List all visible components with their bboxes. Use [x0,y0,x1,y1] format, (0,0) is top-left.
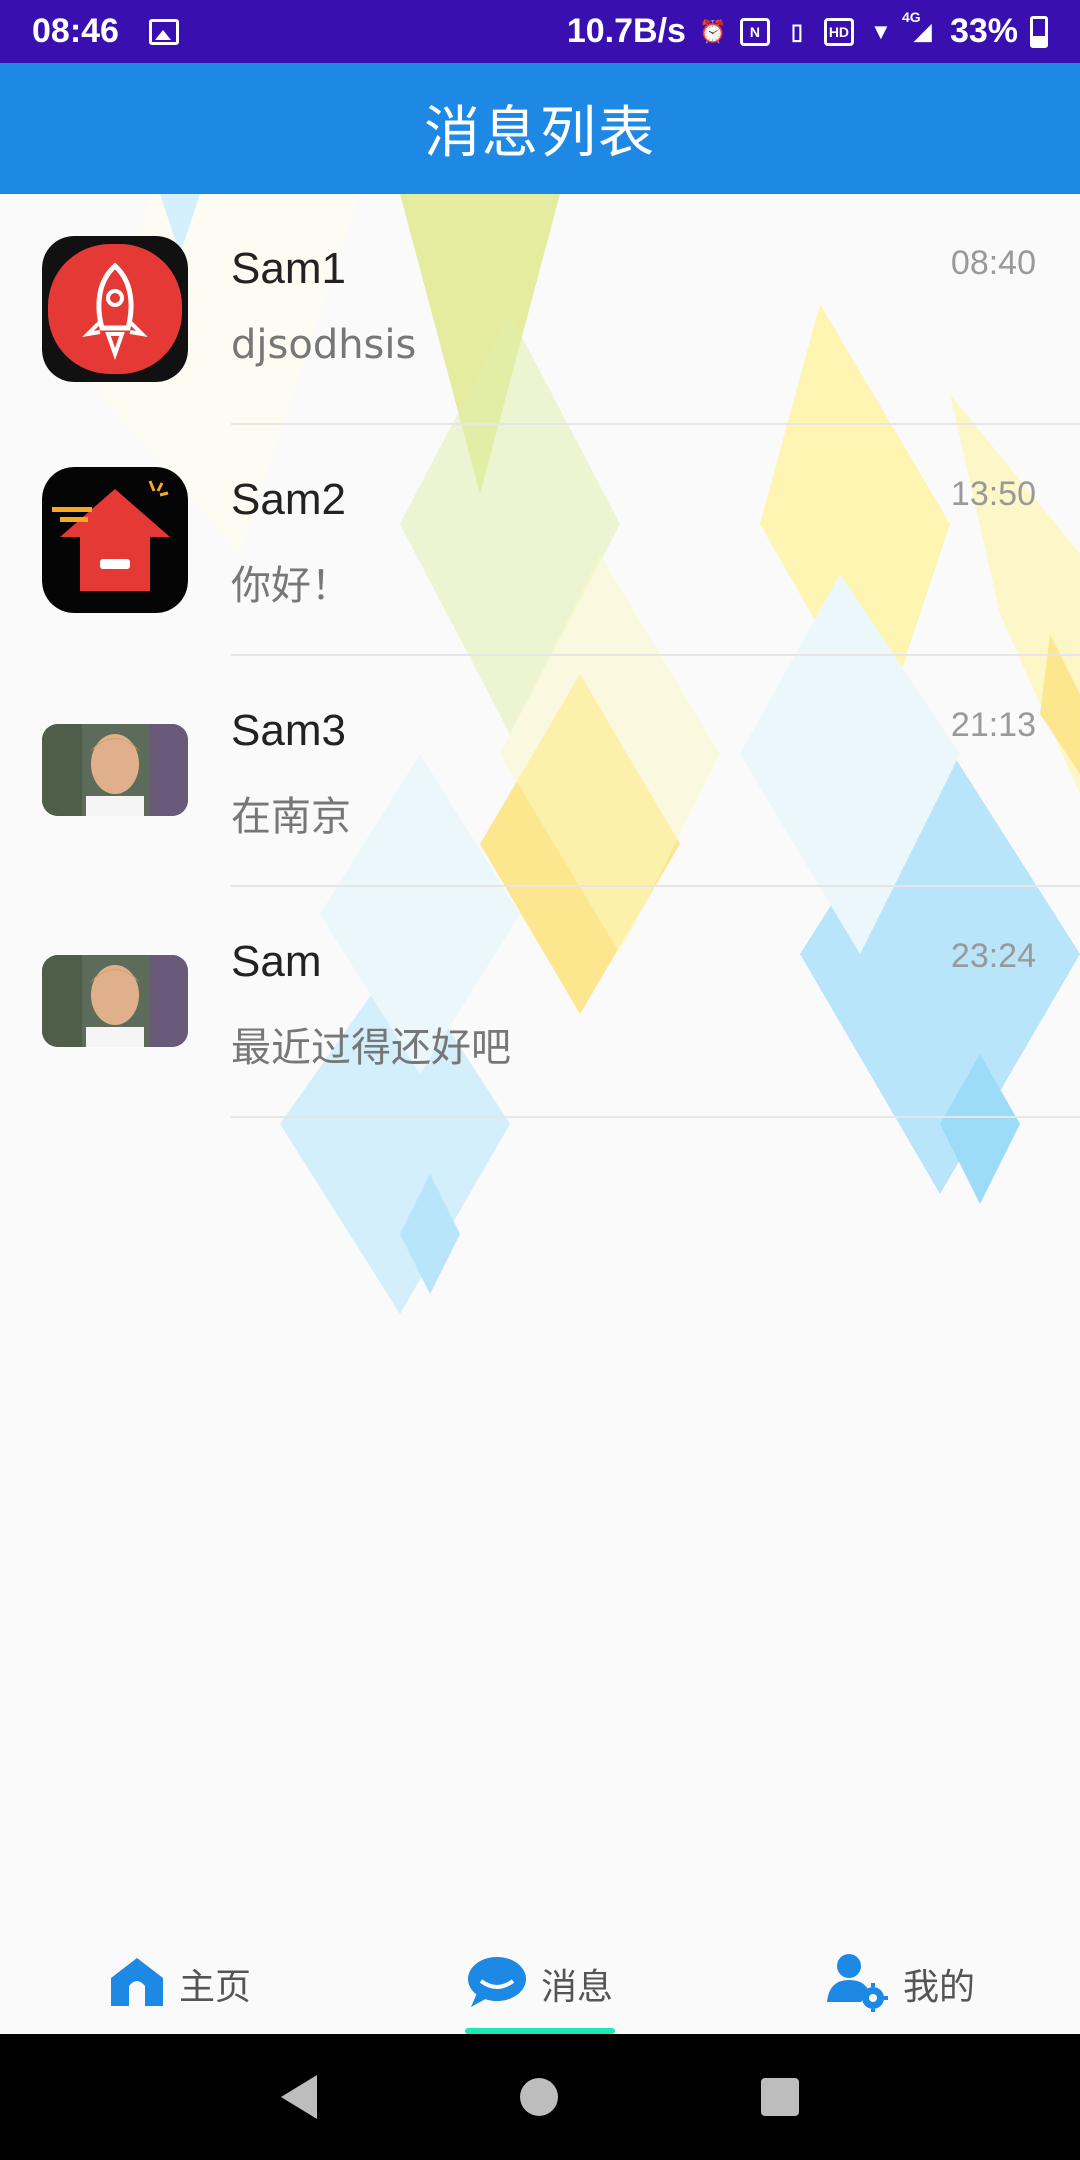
message-list-area[interactable]: Sam1 djsodhsis 08:40 Sam2 你好！ 13:50 Sam3… [0,194,1080,1934]
battery-icon [1030,15,1048,48]
recent-apps-icon[interactable] [760,2078,799,2116]
user-settings-icon [825,1952,889,2016]
nav-home[interactable]: 主页 [0,1934,360,2034]
net-speed: 10.7B/s [566,12,686,50]
list-item[interactable]: Sam1 djsodhsis 08:40 [0,194,1080,425]
message-time: 08:40 [950,244,1036,282]
nav-messages[interactable]: 消息 [360,1934,720,2034]
status-time: 08:46 [32,12,119,50]
message-sender: Sam3 [231,706,346,755]
message-time: 21:13 [950,706,1036,744]
list-item[interactable]: Sam2 你好！ 13:50 [0,425,1080,656]
nav-messages-label: 消息 [540,1967,613,2008]
chat-bubble-icon [467,1955,527,2013]
title-bar: 消息列表 [0,63,1080,194]
list-item[interactable]: Sam3 在南京 21:13 [0,656,1080,887]
message-sender: Sam [231,937,322,986]
network-type: 4G [901,8,921,25]
person-photo [42,724,188,816]
bottom-nav: 主页 消息 我的 [0,1934,1080,2034]
message-list: Sam1 djsodhsis 08:40 Sam2 你好！ 13:50 Sam3… [0,194,1080,1118]
image-notification-icon [148,18,179,45]
battery-percent: 33% [949,12,1018,50]
rocket-app-icon [42,236,188,382]
message-time: 13:50 [950,475,1036,513]
nav-profile[interactable]: 我的 [720,1934,1080,2034]
divider [231,1116,1080,1118]
message-preview: 在南京 [231,794,351,840]
message-time: 23:24 [950,937,1036,975]
person-photo [42,955,188,1047]
home-upload-app-icon [42,467,188,613]
message-preview: 你好！ [231,563,351,609]
hd-icon: HD [823,17,854,46]
status-bar: 08:46 10.7B/s ⏰ N ▯ HD ▼ 4G ◢ 33% [0,0,1080,63]
page-title: 消息列表 [424,101,656,166]
back-icon[interactable] [281,2075,318,2119]
list-item[interactable]: Sam 最近过得还好吧 23:24 [0,887,1080,1118]
nav-profile-label: 我的 [902,1967,975,2008]
vibrate-icon: ▯ [790,18,803,44]
alarm-icon: ⏰ [699,18,727,44]
home-icon [109,1956,165,2012]
message-preview: 最近过得还好吧 [231,1025,511,1071]
signal-icon: 4G ◢ [901,8,932,44]
message-sender: Sam2 [231,475,346,524]
wifi-icon: ▼ [870,18,892,44]
system-nav-bar [0,2034,1080,2160]
nfc-icon: N [739,17,770,46]
status-indicators: 10.7B/s ⏰ N ▯ HD ▼ 4G ◢ 33% [566,8,1048,51]
message-sender: Sam1 [231,244,346,293]
message-preview: djsodhsis [231,322,417,368]
nav-home-label: 主页 [178,1967,251,2008]
home-button-icon[interactable] [519,2078,558,2116]
